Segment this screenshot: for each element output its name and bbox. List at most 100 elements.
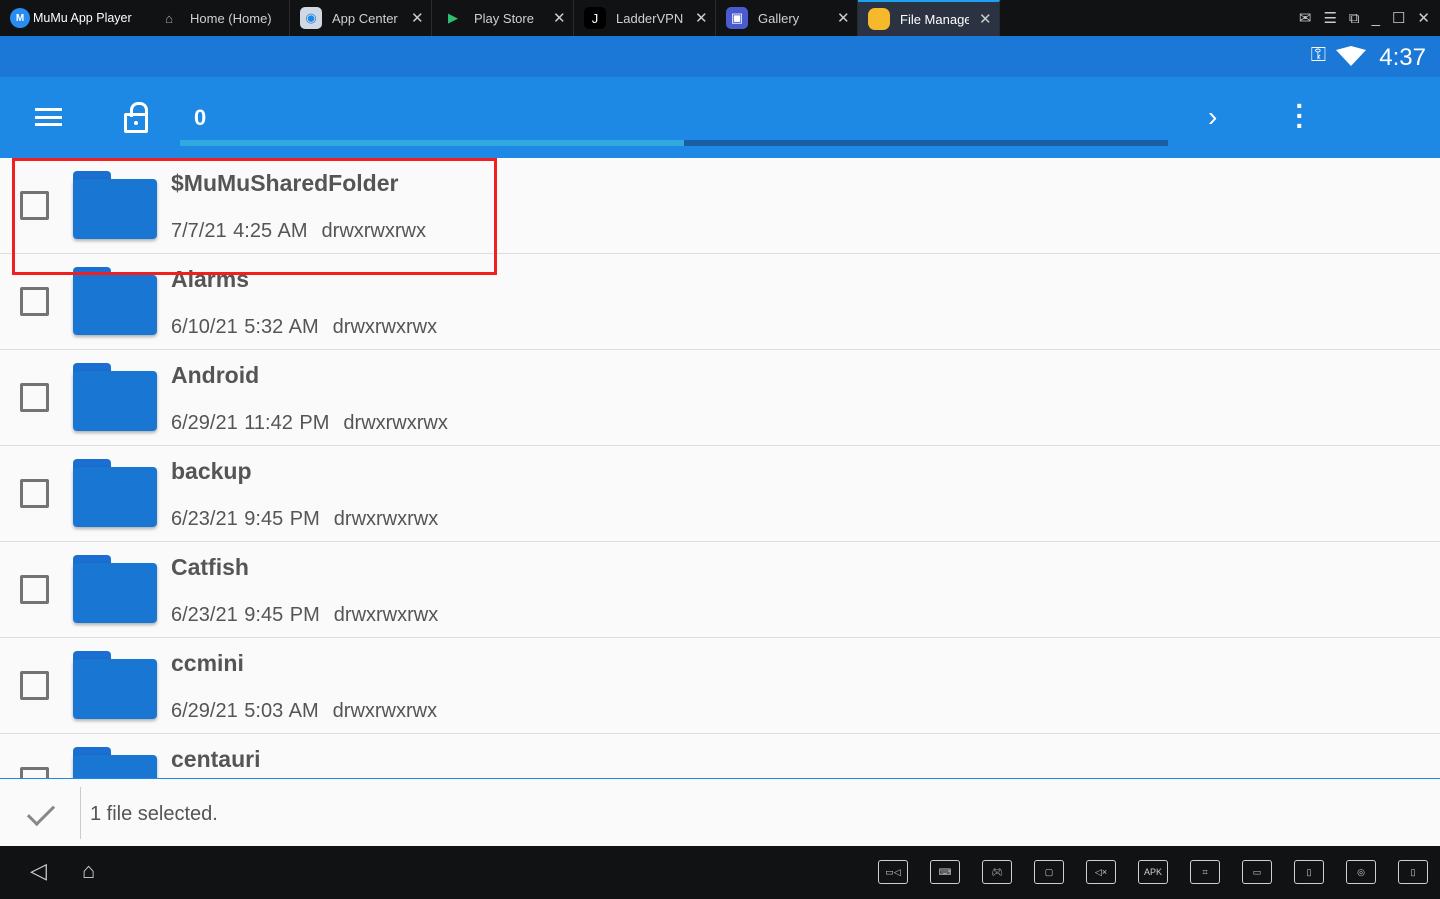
tab-laddervpn[interactable]: J LadderVPN ✕	[574, 0, 716, 36]
file-permissions: drwxrwxrwx	[343, 412, 448, 434]
tab-app-center[interactable]: ◉ App Center ✕	[290, 0, 432, 36]
mail-icon[interactable]: ✉	[1299, 9, 1312, 27]
file-list-item[interactable]: Catfish 6/23/21 9:45 PM drwxrwxrwx	[0, 542, 1440, 638]
file-date: 6/23/21 9:45 PM	[171, 604, 320, 626]
wifi-icon	[1336, 46, 1366, 66]
mumu-logo-icon: M	[10, 8, 30, 28]
menu-icon[interactable]: ☰	[1323, 9, 1336, 27]
multi-window-icon[interactable]: ▯	[1398, 860, 1428, 884]
file-meta: 6/29/21 11:42 PM drwxrwxrwx	[171, 412, 448, 435]
file-list-item[interactable]: Alarms 6/10/21 5:32 AM drwxrwxrwx	[0, 254, 1440, 350]
tab-play-store[interactable]: ▶ Play Store ✕	[432, 0, 574, 36]
folder-icon	[73, 171, 157, 239]
file-meta: 6/10/21 5:32 AM drwxrwxrwx	[171, 316, 437, 339]
unlock-icon[interactable]	[124, 102, 148, 133]
android-status-bar: ⚿ 4:37	[0, 36, 1440, 77]
file-permissions: drwxrwxrwx	[332, 700, 438, 722]
file-permissions: drwxrwxrwx	[333, 604, 439, 626]
keyboard-icon[interactable]: ⌨	[930, 860, 960, 884]
close-window-icon[interactable]: ✕	[1417, 9, 1430, 27]
back-icon[interactable]: ◁	[30, 858, 47, 884]
home-nav-icon[interactable]: ⌂	[82, 858, 95, 884]
selection-footer: 1 file selected.	[0, 778, 1440, 846]
checkbox[interactable]	[20, 383, 49, 412]
maximize-icon[interactable]: ☐	[1392, 9, 1405, 27]
file-list-item[interactable]: backup 6/23/21 9:45 PM drwxrwxrwx	[0, 446, 1440, 542]
gamepad-icon[interactable]: 🎮︎	[982, 860, 1012, 884]
file-name: centauri	[171, 746, 261, 772]
minimize-icon[interactable]: _	[1372, 10, 1380, 27]
file-date: 6/10/21 5:32 AM	[171, 316, 319, 338]
folder-icon[interactable]: ▭	[1242, 860, 1272, 884]
close-icon[interactable]: ✕	[695, 9, 715, 27]
restore-window-icon[interactable]: ⧉	[1349, 10, 1360, 27]
vpn-key-icon: ⚿	[1310, 44, 1326, 66]
file-list-item[interactable]: Android 6/29/21 11:42 PM drwxrwxrwx	[0, 350, 1440, 446]
more-options-icon[interactable]: · · ·	[1290, 92, 1310, 140]
screenshot-icon[interactable]: ▢	[1034, 860, 1064, 884]
file-permissions: drwxrwxrwx	[321, 220, 426, 242]
close-icon[interactable]: ✕	[553, 9, 573, 27]
close-icon[interactable]: ✕	[837, 9, 857, 27]
file-list-item[interactable]: ccmini 6/29/21 5:03 AM drwxrwxrwx	[0, 638, 1440, 734]
file-meta: 7/7/21 4:25 AM drwxrwxrwx	[171, 220, 426, 243]
crop-icon[interactable]: ⌗	[1190, 860, 1220, 884]
divider	[80, 787, 81, 839]
file-permissions: drwxrwxrwx	[333, 508, 439, 530]
checkbox[interactable]	[20, 479, 49, 508]
folder-icon	[73, 267, 157, 335]
tab-home[interactable]: ⌂ Home (Home)	[148, 0, 290, 36]
file-name: Catfish	[171, 554, 249, 580]
file-meta: 6/23/21 9:45 PM drwxrwxrwx	[171, 508, 438, 531]
laddervpn-icon: J	[584, 7, 606, 29]
apk-install-icon[interactable]: APK	[1138, 860, 1168, 884]
file-list-item[interactable]: $MuMuSharedFolder 7/7/21 4:25 AM drwxrwxr…	[0, 158, 1440, 254]
location-icon[interactable]: ◎	[1346, 860, 1376, 884]
progress-fill	[180, 140, 684, 146]
video-record-icon[interactable]: ▭◁	[878, 860, 908, 884]
file-name: $MuMuSharedFolder	[171, 170, 399, 196]
selection-count: 0	[194, 105, 207, 130]
tab-file-manager[interactable]: File Manager ✕	[858, 0, 1000, 36]
close-icon[interactable]: ✕	[411, 9, 431, 27]
folder-icon	[73, 555, 157, 623]
file-name: ccmini	[171, 650, 244, 676]
emulator-nav-bar: ◁ ⌂ ▭◁ ⌨ 🎮︎ ▢ ◁× APK ⌗ ▭ ▯ ◎ ▯	[0, 846, 1440, 899]
file-date: 6/29/21 5:03 AM	[171, 700, 319, 722]
tab-gallery[interactable]: ▣ Gallery ✕	[716, 0, 858, 36]
checkbox[interactable]	[20, 575, 49, 604]
checkbox[interactable]	[20, 287, 49, 316]
folder-icon	[73, 459, 157, 527]
file-permissions: drwxrwxrwx	[332, 316, 438, 338]
checkbox[interactable]	[20, 191, 49, 220]
close-icon[interactable]: ✕	[979, 10, 999, 28]
app-brand: M MuMu App Player	[0, 8, 148, 28]
title-bar: M MuMu App Player ⌂ Home (Home) ◉ App Cent…	[0, 0, 1440, 36]
folder-icon	[73, 363, 157, 431]
file-date: 6/29/21 11:42 PM	[171, 412, 330, 434]
file-list: $MuMuSharedFolder 7/7/21 4:25 AM drwxrwxr…	[0, 158, 1440, 778]
play-store-icon: ▶	[448, 10, 458, 25]
file-date: 6/23/21 9:45 PM	[171, 508, 320, 530]
chevron-right-icon[interactable]: ›	[1208, 101, 1217, 133]
file-meta: 6/23/21 9:45 PM drwxrwxrwx	[171, 604, 438, 627]
progress-bar	[180, 140, 1168, 146]
gallery-icon: ▣	[726, 7, 748, 29]
check-icon[interactable]	[26, 797, 56, 827]
file-name: Alarms	[171, 266, 249, 292]
folder-icon	[73, 747, 157, 778]
file-list-item[interactable]: centauri	[0, 734, 1440, 778]
folder-icon	[73, 651, 157, 719]
app-toolbar: 0 › · · ·	[0, 77, 1440, 158]
mute-icon[interactable]: ◁×	[1086, 860, 1116, 884]
file-name: Android	[171, 362, 260, 388]
file-date: 7/7/21 4:25 AM	[171, 220, 308, 242]
checkbox[interactable]	[20, 767, 49, 778]
selection-text: 1 file selected.	[90, 803, 218, 825]
app-center-icon: ◉	[300, 7, 322, 29]
shake-icon[interactable]: ▯	[1294, 860, 1324, 884]
file-manager-icon	[868, 8, 890, 30]
checkbox[interactable]	[20, 671, 49, 700]
file-name: backup	[171, 458, 252, 484]
hamburger-menu-icon[interactable]	[35, 108, 62, 126]
